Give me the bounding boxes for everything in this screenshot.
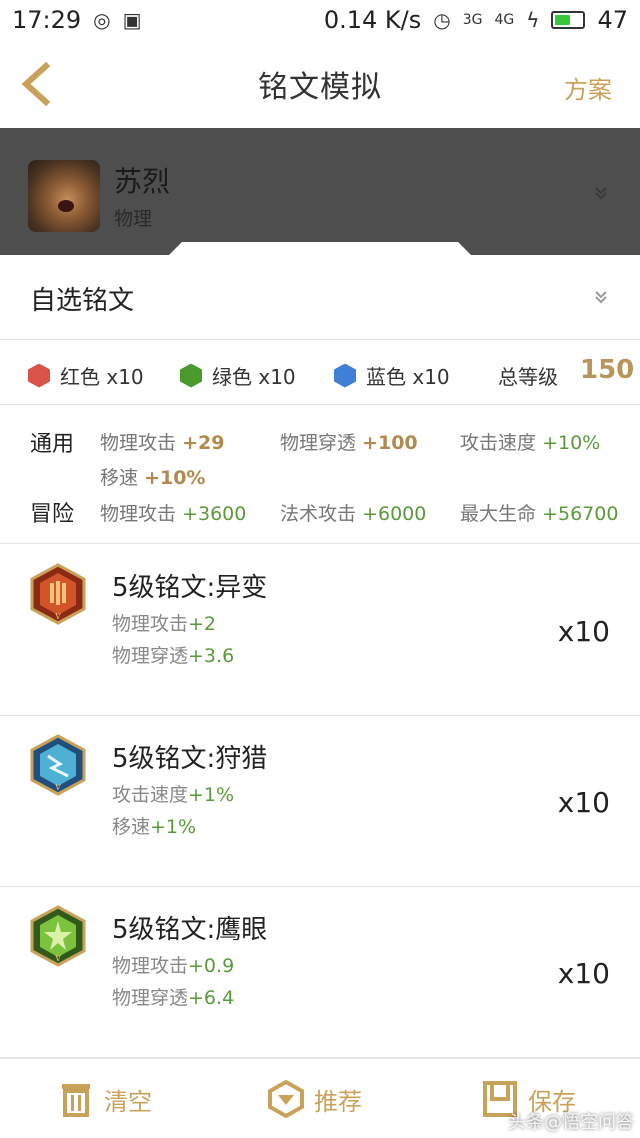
red-rune-icon: V (30, 563, 86, 625)
watermark: 头条@悟空问答 (508, 1112, 634, 1133)
blue-hexagon-icon (334, 363, 356, 388)
chevron-down-icon[interactable] (594, 290, 608, 304)
red-rune-count: 红色 x10 (28, 361, 144, 390)
status-left: 17:29 ◎ ▣ (12, 6, 142, 34)
battery-level: 47 (597, 6, 628, 34)
alarm-icon: ◷ (433, 8, 451, 32)
hero-name: 苏烈 (114, 165, 171, 198)
svg-text:V: V (54, 954, 61, 963)
green-rune-count-label: 绿色 x10 (212, 365, 296, 389)
page-title: 铭文模拟 (258, 70, 382, 105)
blue-rune-icon: V (30, 734, 86, 796)
net-speed: 0.14 K/s (323, 6, 422, 34)
image-notification-icon: ▣ (122, 8, 142, 32)
battery-fill (555, 15, 570, 25)
green-rune-icon: V (30, 905, 86, 967)
general-stat: 攻击速度 +10% (460, 432, 601, 454)
recommend-button[interactable]: 推荐 (268, 1079, 362, 1119)
rune-attribute: 物理穿透+3.6 (112, 645, 235, 667)
chevron-down-icon[interactable] (594, 186, 608, 200)
general-stat: 物理攻击 +29 (100, 432, 225, 454)
general-category-label: 通用 (30, 432, 75, 457)
rune-list-item[interactable]: V 5级铭文:鹰眼 物理攻击+0.9 物理穿透+6.4 x10 (0, 887, 640, 1058)
general-stat: 物理穿透 +100 (280, 432, 418, 454)
signal-4g-icon: 4G (494, 12, 515, 28)
rune-attribute: 攻击速度+1% (112, 784, 235, 806)
nav-bar: 铭文模拟 方案 (0, 40, 640, 128)
adventure-stat: 法术攻击 +6000 (280, 503, 427, 525)
general-stat: 移速 +10% (100, 467, 206, 489)
red-hexagon-icon (28, 363, 50, 388)
rune-count: x10 (557, 615, 610, 648)
rune-list-item[interactable]: V 5级铭文:异变 物理攻击+2 物理穿透+3.6 x10 (0, 545, 640, 716)
recommend-hexagon-icon (268, 1080, 304, 1118)
plan-button[interactable]: 方案 (564, 70, 612, 105)
svg-text:V: V (54, 783, 61, 792)
rune-name: 5级铭文:异变 (112, 573, 268, 603)
rune-attribute: 物理攻击+2 (112, 613, 217, 635)
total-level-value: 150 (580, 355, 635, 385)
rune-attribute: 物理攻击+0.9 (112, 955, 235, 977)
rune-count: x10 (557, 957, 610, 990)
clear-button[interactable]: 清空 (58, 1079, 152, 1119)
status-right: 0.14 K/s ◷ 3G 4G ϟ 47 (324, 6, 628, 34)
signal-3g-icon: 3G (462, 12, 483, 28)
back-arrow-icon[interactable] (18, 62, 58, 106)
blue-rune-count: 蓝色 x10 (334, 361, 450, 390)
rune-name: 5级铭文:鹰眼 (112, 915, 268, 945)
hero-panel-notch (168, 242, 472, 256)
clear-button-label: 清空 (104, 1087, 152, 1116)
rune-filter-label: 自选铭文 (30, 286, 135, 316)
adventure-stat: 最大生命 +56700 (460, 503, 619, 525)
total-level-label: 总等级 (498, 365, 558, 389)
svg-text:V: V (54, 612, 61, 621)
trash-icon (62, 1084, 90, 1117)
blue-rune-count-label: 蓝色 x10 (366, 365, 450, 389)
hero-avatar (28, 160, 100, 232)
rune-attribute: 移速+1% (112, 816, 197, 838)
adventure-stat: 物理攻击 +3600 (100, 503, 247, 525)
rune-color-summary: 红色 x10 绿色 x10 蓝色 x10 总等级 150 (0, 341, 640, 405)
attribute-totals: 通用 物理攻击 +29 物理穿透 +100 攻击速度 +10% 移速 +10% … (0, 406, 640, 544)
rune-attribute: 物理穿透+6.4 (112, 987, 235, 1009)
rune-count: x10 (557, 786, 610, 819)
green-hexagon-icon (180, 363, 202, 388)
bottom-action-bar: 清空 推荐 保存 头条@悟空问答 (0, 1058, 640, 1138)
netease-icon: ◎ (93, 8, 111, 32)
rune-list-item[interactable]: V 5级铭文:狩猎 攻击速度+1% 移速+1% x10 (0, 716, 640, 887)
green-rune-count: 绿色 x10 (180, 361, 296, 390)
status-time: 17:29 (12, 6, 82, 34)
rune-name: 5级铭文:狩猎 (112, 744, 268, 774)
adventure-category-label: 冒险 (30, 502, 75, 527)
hero-type: 物理 (114, 208, 153, 230)
red-rune-count-label: 红色 x10 (60, 365, 144, 389)
rune-filter-select[interactable]: 自选铭文 (0, 256, 640, 340)
recommend-button-label: 推荐 (314, 1087, 362, 1116)
status-bar: 17:29 ◎ ▣ 0.14 K/s ◷ 3G 4G ϟ 47 (0, 0, 640, 40)
battery-icon (551, 11, 586, 29)
hero-selector[interactable]: 苏烈 物理 (0, 128, 640, 255)
charging-icon: ϟ (526, 8, 540, 32)
